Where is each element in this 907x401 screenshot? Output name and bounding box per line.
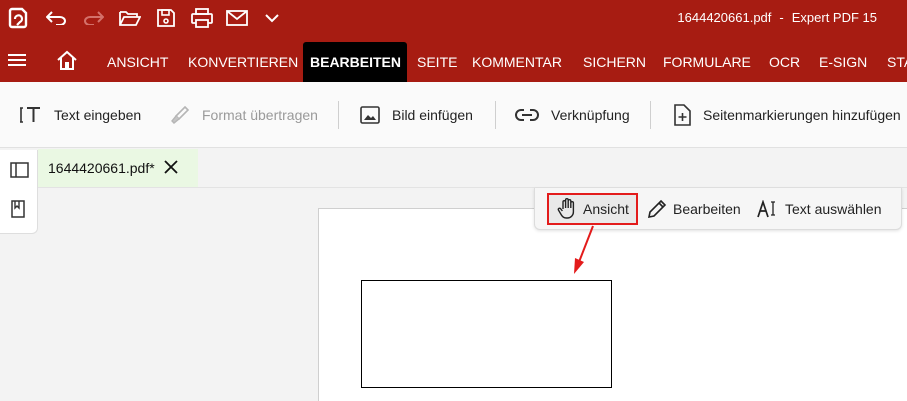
tab-start[interactable]: STA [880,42,907,82]
window-title-app: Expert PDF 15 [791,10,877,25]
format-uebertragen-label: Format übertragen [202,107,318,123]
tab-sichern[interactable]: SICHERN [576,42,653,82]
ribbon-tabs: ANSICHT KONVERTIEREN BEARBEITEN SEITE KO… [0,36,907,82]
rectangle-annotation[interactable] [361,280,612,388]
bild-einfuegen-label: Bild einfügen [392,107,473,123]
text-auswaehlen-mode-label: Text auswählen [785,201,882,217]
text-eingeben-button[interactable]: Text eingeben [20,82,142,147]
hand-icon [557,198,575,219]
bookmark-icon[interactable] [11,200,25,223]
window-title: 1644420661.pdf - Expert PDF 15 [677,10,877,25]
toolbar-divider [338,101,339,129]
text-eingeben-label: Text eingeben [54,107,142,123]
bearbeiten-mode-label: Bearbeiten [673,201,741,217]
undo-icon[interactable] [44,0,70,36]
tab-e-sign[interactable]: E-SIGN [812,42,874,82]
save-icon[interactable] [153,0,179,36]
seitenmarkierungen-button[interactable]: Seitenmarkierungen hinzufügen [673,82,901,147]
hamburger-menu-icon[interactable] [8,54,26,66]
tab-kommentar[interactable]: KOMMENTAR [465,42,569,82]
link-icon [515,109,539,121]
email-icon[interactable] [224,0,250,36]
title-bar: 1644420661.pdf - Expert PDF 15 [0,0,907,36]
verknuepfung-button[interactable]: Verknüpfung [515,82,630,147]
text-auswaehlen-mode-button[interactable]: Text auswählen [757,193,882,225]
seitenmarkierungen-label: Seitenmarkierungen hinzufügen [703,107,901,123]
window-title-separator: - [779,10,784,25]
format-uebertragen-button: Format übertragen [170,82,318,147]
bild-einfuegen-button[interactable]: Bild einfügen [360,82,473,147]
pencil-icon [647,199,667,219]
tab-formulare[interactable]: FORMULARE [656,42,758,82]
page-add-icon [674,104,691,126]
panel-toggle-icon[interactable] [10,162,29,183]
tab-seite[interactable]: SEITE [410,42,464,82]
image-icon [360,106,380,124]
tab-ansicht[interactable]: ANSICHT [100,42,175,82]
toolbar-divider [650,101,651,129]
window-title-filename: 1644420661.pdf [677,10,772,25]
ansicht-mode-button[interactable]: Ansicht [547,193,638,225]
side-panel [0,150,38,234]
verknuepfung-label: Verknüpfung [551,107,630,123]
tab-konvertieren[interactable]: KONVERTIEREN [181,42,305,82]
close-icon[interactable] [164,160,178,177]
chevron-down-icon[interactable] [262,0,282,36]
print-icon[interactable] [189,0,215,36]
ansicht-mode-label: Ansicht [583,201,629,217]
document-tab-title: 1644420661.pdf* [48,160,155,176]
tab-bearbeiten[interactable]: BEARBEITEN [303,42,407,82]
toolbar-divider [495,101,496,129]
open-folder-icon[interactable] [117,0,143,36]
tab-ocr[interactable]: OCR [762,42,807,82]
paint-brush-icon [171,105,190,124]
home-icon[interactable] [56,50,78,75]
app-logo-icon[interactable] [6,0,30,36]
document-tab[interactable]: 1644420661.pdf* [38,149,198,187]
edit-toolbar: Text eingeben Format übertragen Bild ein… [0,82,907,148]
bearbeiten-mode-button[interactable]: Bearbeiten [647,193,741,225]
redo-icon [80,0,106,36]
text-insert-icon [20,107,40,123]
text-select-icon [757,200,775,218]
mode-toolbar: Ansicht Bearbeiten Text auswählen [534,188,902,230]
